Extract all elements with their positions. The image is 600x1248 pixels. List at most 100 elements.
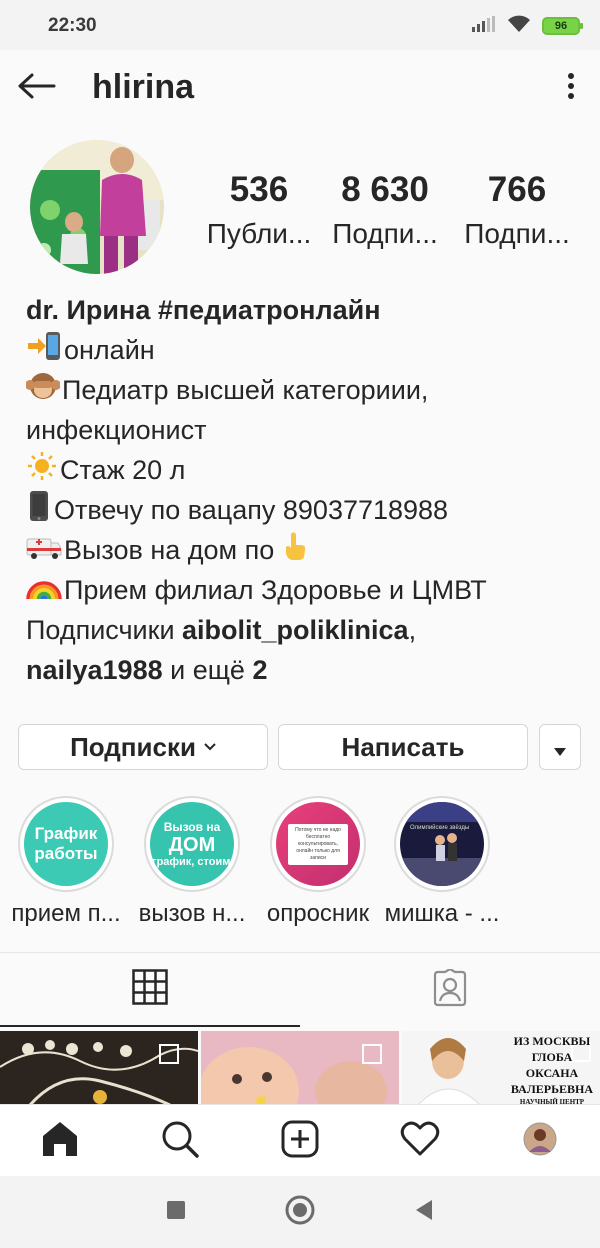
- tagged-person-icon: [431, 967, 469, 1012]
- profile-stats: 536 Публи... 8 630 Подпи... 766 Подпи...: [196, 168, 580, 258]
- highlight-cover: Вызов на ДОМ график, стоимость: [150, 802, 234, 886]
- tab-grid[interactable]: [0, 953, 300, 1027]
- highlight-item[interactable]: Потому что не надо бесплатно консультиро…: [256, 796, 380, 928]
- followed-by-more-count[interactable]: 2: [252, 655, 267, 685]
- profile-header: hlirina: [0, 50, 600, 126]
- stat-followers[interactable]: 8 630 Подпи...: [322, 168, 448, 250]
- back-arrow-icon: [16, 72, 56, 105]
- highlight-cover-text: график, стоимость: [152, 855, 232, 868]
- highlight-item[interactable]: График работы прием п...: [4, 796, 128, 928]
- follower-link[interactable]: nailya1988: [26, 655, 163, 685]
- stat-following[interactable]: 766 Подпи...: [454, 168, 580, 250]
- more-vertical-icon: [567, 72, 575, 105]
- highlight-cover-text: Вызов на: [163, 819, 221, 834]
- monkey-icon: [25, 371, 61, 412]
- recent-apps-button[interactable]: [156, 1194, 196, 1230]
- stat-posts-count: 536: [229, 170, 289, 209]
- highlight-label: опросник: [266, 900, 370, 927]
- followed-by-and-more: и ещё: [162, 655, 253, 685]
- status-icons: 96: [472, 14, 583, 39]
- highlight-item[interactable]: Вызов на ДОМ график, стоимость вызов н..…: [130, 796, 254, 928]
- profile-username: hlirina: [92, 68, 195, 106]
- highlight-label: прием п...: [11, 900, 121, 927]
- battery-level: 96: [554, 20, 568, 32]
- system-navigation: [0, 1176, 600, 1248]
- bio-line: Отвечу по вацапу 89037718988: [26, 490, 586, 530]
- highlight-cover-text: График работы: [34, 824, 98, 863]
- nav-profile[interactable]: [510, 1115, 570, 1167]
- profile-avatar-icon: [523, 1122, 557, 1161]
- bio-line-text: Прием филиал Здоровье и ЦМВТ: [64, 575, 487, 605]
- nav-search[interactable]: [150, 1115, 210, 1167]
- stat-posts[interactable]: 536 Публи...: [196, 168, 322, 250]
- wifi-icon: [506, 14, 532, 39]
- post-embroidery[interactable]: [0, 1031, 198, 1105]
- message-button-label: Написать: [341, 731, 465, 762]
- highlight-item[interactable]: Олимпийские звёзды мишка - ...: [380, 796, 504, 928]
- stat-following-count: 766: [487, 170, 547, 209]
- highlight-ring: Олимпийские звёзды: [394, 796, 490, 892]
- sun-icon: [26, 451, 58, 492]
- profile-tabs: [0, 952, 600, 1028]
- home-icon: [41, 1121, 79, 1162]
- bio-line-text: инфекционист: [26, 415, 207, 445]
- search-icon: [161, 1120, 199, 1163]
- post-text: ИЗ МОСКВЫ: [513, 1034, 591, 1048]
- bio-line: Стаж 20 л: [26, 450, 586, 490]
- bio-line: онлайн: [26, 330, 586, 370]
- nav-home[interactable]: [30, 1115, 90, 1167]
- message-button[interactable]: Написать: [278, 724, 528, 770]
- system-home-button[interactable]: [280, 1194, 320, 1230]
- chevron-down-icon: [204, 743, 216, 751]
- back-triangle-icon: [414, 1199, 434, 1226]
- phone-arrow-icon: [26, 331, 62, 372]
- nav-add-post[interactable]: [270, 1115, 330, 1167]
- highlight-cover: Олимпийские звёзды: [400, 802, 484, 886]
- home-circle-icon: [285, 1195, 315, 1230]
- posts-grid: ИЗ МОСКВЫ ГЛОБА ОКСАНА ВАЛЕРЬЕВНА НАУЧНЫ…: [0, 1029, 600, 1105]
- follower-link[interactable]: aibolit_poliklinica: [182, 615, 409, 645]
- highlight-cover-text: ДОМ: [168, 833, 216, 856]
- grid-icon: [132, 968, 168, 1010]
- mobile-phone-icon: [26, 490, 52, 533]
- bio-line-text: Педиатр высшей категориии,: [62, 375, 429, 405]
- bio-line: Прием филиал Здоровье и ЦМВТ: [26, 570, 586, 610]
- post-doctor-photo[interactable]: ИЗ МОСКВЫ ГЛОБА ОКСАНА ВАЛЕРЬЕВНА НАУЧНЫ…: [402, 1031, 600, 1105]
- highlight-ring: График работы: [18, 796, 114, 892]
- nav-activity[interactable]: [390, 1115, 450, 1167]
- ambulance-icon: [26, 532, 62, 572]
- highlight-cover: График работы: [24, 802, 108, 886]
- suggested-dropdown-button[interactable]: [539, 724, 581, 770]
- system-back-button[interactable]: [404, 1194, 444, 1230]
- stat-posts-label: Публи...: [206, 218, 312, 249]
- highlight-ring: Вызов на ДОМ график, стоимость: [144, 796, 240, 892]
- profile-avatar[interactable]: [30, 140, 164, 274]
- stat-following-label: Подпи...: [464, 218, 570, 249]
- bio-line: Вызов на дом по: [26, 530, 586, 570]
- bio-followed-by-2[interactable]: nailya1988 и ещё 2: [26, 650, 586, 690]
- following-button-label: Подписки: [70, 731, 196, 762]
- following-button[interactable]: Подписки: [18, 724, 268, 770]
- tab-tagged[interactable]: [300, 953, 600, 1027]
- post-text: ВАЛЕРЬЕВНА: [510, 1082, 594, 1096]
- add-post-icon: [281, 1120, 319, 1163]
- battery-icon: 96: [542, 17, 583, 35]
- bio-line-text: Стаж 20 л: [60, 455, 186, 485]
- back-button[interactable]: [12, 66, 60, 110]
- post-text: ГЛОБА: [531, 1050, 573, 1064]
- status-bar: 22:30 96: [0, 0, 600, 50]
- bio-line-text: онлайн: [64, 335, 155, 365]
- bio-followed-by[interactable]: Подписчики aibolit_poliklinica,: [26, 610, 586, 650]
- triangle-down-icon: [554, 732, 566, 763]
- story-highlights: График работы прием п... Вызов на ДОМ гр…: [0, 796, 600, 936]
- status-time: 22:30: [48, 15, 97, 36]
- post-baby-photo[interactable]: [201, 1031, 399, 1105]
- bottom-navigation: [0, 1104, 600, 1176]
- pointing-hand-icon: [282, 531, 308, 572]
- followed-by-prefix: Подписчики: [26, 615, 183, 645]
- signal-icon: [472, 15, 496, 37]
- more-options-button[interactable]: [556, 68, 586, 108]
- stat-followers-count: 8 630: [341, 170, 429, 209]
- profile-bio: dr. Ирина #педиатронлайн онлайн Педиатр …: [25, 290, 586, 690]
- highlight-label: вызов н...: [138, 900, 246, 927]
